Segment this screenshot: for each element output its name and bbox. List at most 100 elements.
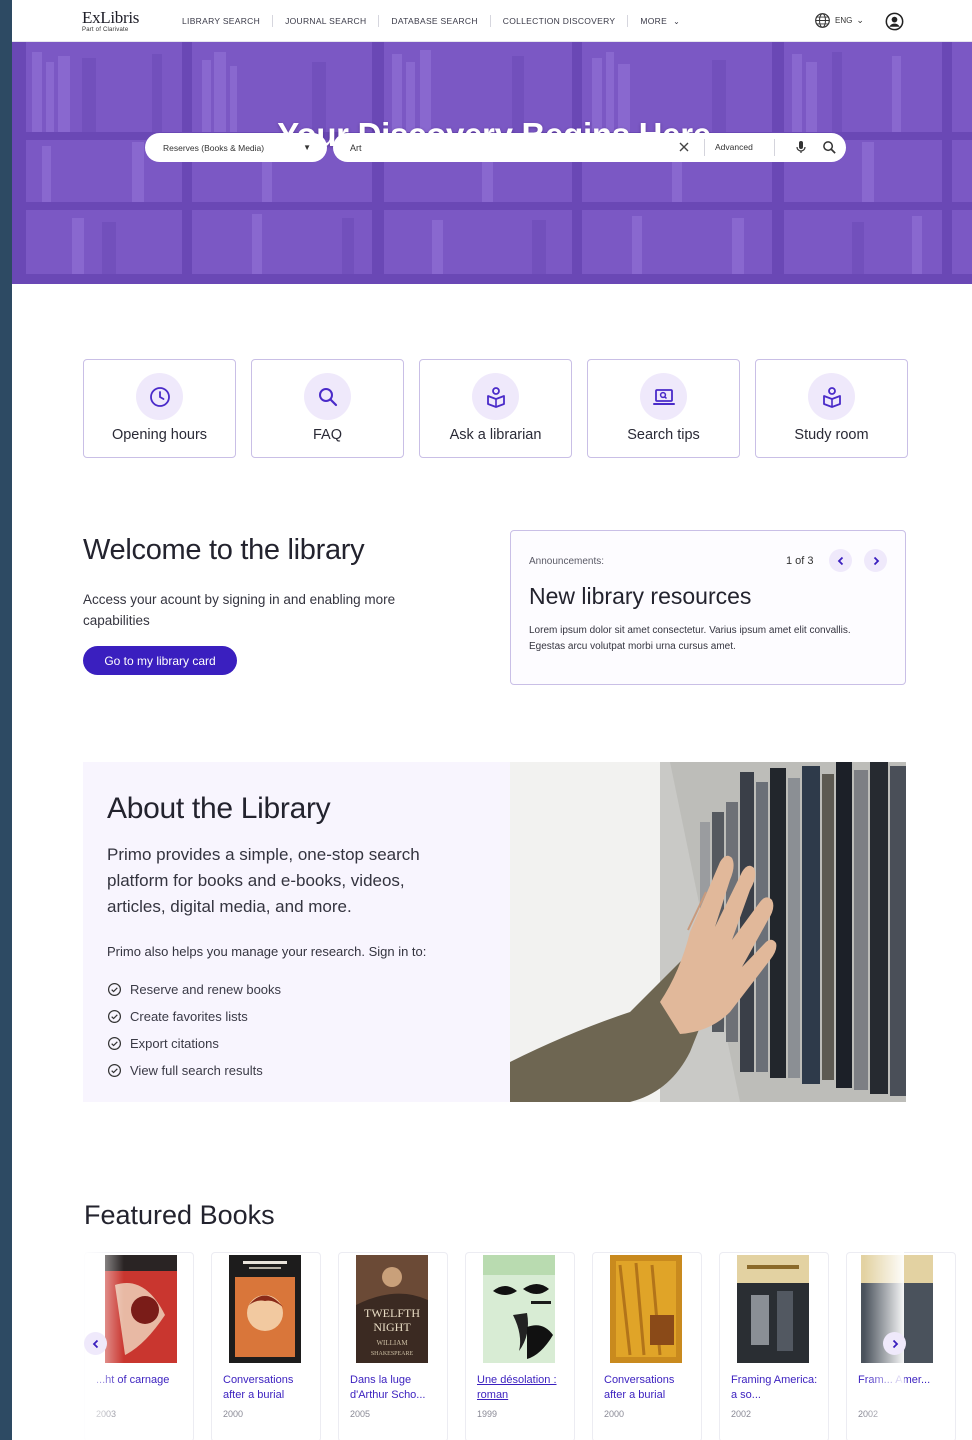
carousel-prev-button[interactable] <box>84 1332 107 1355</box>
chevron-left-icon <box>92 1339 98 1348</box>
search-icon[interactable] <box>822 140 837 155</box>
nav-journal-search[interactable]: JOURNAL SEARCH <box>273 15 380 27</box>
library-card-button[interactable]: Go to my library card <box>83 646 237 675</box>
featured-books-carousel: ...ht of carnage 2003 Conversations afte… <box>12 1252 972 1440</box>
top-bar: ExLibris Part of Clarivate LIBRARY SEARC… <box>12 0 972 42</box>
announcement-kicker: Announcements: <box>529 556 605 567</box>
logo-main: ExLibris <box>82 8 140 27</box>
tile-icon-circle <box>472 373 519 420</box>
tile-opening-hours[interactable]: Opening hours <box>83 359 236 458</box>
page: ExLibris Part of Clarivate LIBRARY SEARC… <box>12 0 972 1440</box>
list-item-label: Create favorites lists <box>130 1009 248 1024</box>
announcement-prev-button[interactable] <box>829 549 852 572</box>
book-card[interactable]: Framing America: a so... 2002 <box>719 1252 829 1440</box>
check-circle-icon <box>107 1036 122 1051</box>
chevron-down-icon: ⌄ <box>673 16 681 26</box>
check-circle-icon <box>107 982 122 997</box>
book-cover <box>737 1255 809 1363</box>
carousel-next-button[interactable] <box>883 1332 906 1355</box>
svg-text:SHAKESPEARE: SHAKESPEARE <box>371 1351 414 1357</box>
study-room-icon <box>822 386 841 408</box>
nav-more-label: MORE <box>640 15 668 26</box>
book-cover <box>229 1255 301 1363</box>
tile-label: Ask a librarian <box>449 427 542 443</box>
list-item: Export citations <box>107 1030 281 1057</box>
welcome-text: Access your acount by signing in and ena… <box>83 592 396 628</box>
tile-icon-circle <box>640 373 687 420</box>
tile-label: Opening hours <box>111 427 208 443</box>
bookshelf-background <box>12 42 972 284</box>
book-cover <box>105 1255 177 1363</box>
book-card[interactable]: Conversations after a burial 2000 <box>592 1252 702 1440</box>
language-label: ENG <box>835 16 853 25</box>
list-item-label: Reserve and renew books <box>130 982 282 997</box>
search-icon <box>318 387 337 406</box>
book-title[interactable]: Une désolation : roman <box>477 1373 571 1403</box>
welcome-title: Welcome to the library <box>83 534 365 566</box>
nav-collection-discovery[interactable]: COLLECTION DISCOVERY <box>491 15 629 27</box>
book-title[interactable]: Fram... Amer... <box>858 1373 952 1388</box>
chevron-down-icon: ⌄ <box>856 15 864 25</box>
book-year: 2003 <box>96 1409 117 1419</box>
divider <box>704 139 705 156</box>
about-lead: Primo provides a simple, one-stop search… <box>107 845 420 916</box>
logo-sub: Part of Clarivate <box>82 27 129 33</box>
close-icon[interactable] <box>677 140 691 154</box>
tile-faq[interactable]: FAQ <box>251 359 404 458</box>
nav-library-search[interactable]: LIBRARY SEARCH <box>170 15 274 27</box>
tile-icon-circle <box>808 373 855 420</box>
book-title[interactable]: Conversations after a burial <box>223 1373 317 1403</box>
about-sub: Primo also helps you manage your researc… <box>107 944 427 959</box>
search-input[interactable] <box>350 139 650 156</box>
book-title[interactable]: ...ht of carnage <box>96 1373 190 1388</box>
svg-text:WILLIAM: WILLIAM <box>376 1339 408 1347</box>
check-circle-icon <box>107 1009 122 1024</box>
book-card[interactable]: Une désolation : roman 1999 <box>465 1252 575 1440</box>
announcement-title: New library resources <box>529 583 752 609</box>
tile-label: FAQ <box>312 427 342 443</box>
svg-text:NIGHT: NIGHT <box>373 1320 411 1334</box>
tile-search-tips[interactable]: Search tips <box>587 359 740 458</box>
book-card[interactable]: Conversations after a burial 2000 <box>211 1252 321 1440</box>
language-selector[interactable]: ENG ⌄ <box>814 12 864 29</box>
tile-ask-librarian[interactable]: Ask a librarian <box>419 359 572 458</box>
book-year: 2000 <box>223 1409 244 1419</box>
microphone-icon[interactable] <box>795 140 807 154</box>
chevron-right-icon <box>873 556 879 565</box>
library-shelf-photo <box>510 762 906 1102</box>
book-title[interactable]: Dans la luge d'Arthur Scho... <box>350 1373 444 1403</box>
tile-label: Study room <box>794 427 869 443</box>
nav-more[interactable]: MORE ⌄ <box>628 15 692 28</box>
nav-database-search[interactable]: DATABASE SEARCH <box>379 15 491 27</box>
caret-down-icon: ▼ <box>303 143 311 152</box>
exlibris-logo[interactable]: ExLibris Part of Clarivate <box>82 9 139 34</box>
tile-icon-circle <box>304 373 351 420</box>
user-account-icon[interactable] <box>885 12 904 31</box>
book-card[interactable]: TWELFTH NIGHT WILLIAM SHAKESPEARE Dans la l… <box>338 1252 448 1440</box>
list-item-label: View full search results <box>130 1063 263 1078</box>
clock-icon <box>149 386 170 407</box>
check-circle-icon <box>107 1063 122 1078</box>
search-scope-value: Reserves (Books & Media) <box>163 142 265 153</box>
about-feature-list: Reserve and renew books Create favorites… <box>107 976 281 1084</box>
globe-icon <box>815 13 830 28</box>
search-bar: Advanced <box>333 133 846 162</box>
book-title[interactable]: Framing America: a so... <box>731 1373 825 1403</box>
book-year: 2000 <box>604 1409 625 1419</box>
book-year: 2002 <box>858 1409 879 1419</box>
announcement-next-button[interactable] <box>864 549 887 572</box>
hero-banner: Your Discovery Begins Here <box>12 42 972 284</box>
laptop-search-icon <box>652 388 675 405</box>
book-year: 1999 <box>477 1409 498 1419</box>
tile-study-room[interactable]: Study room <box>755 359 908 458</box>
about-section: About the Library Primo provides a simpl… <box>83 762 906 1102</box>
book-title[interactable]: Conversations after a burial <box>604 1373 698 1403</box>
tile-icon-circle <box>136 373 183 420</box>
announcement-card: Announcements: 1 of 3 New library resour… <box>510 530 906 685</box>
featured-books-title: Featured Books <box>84 1200 275 1230</box>
advanced-search-link[interactable]: Advanced <box>715 142 753 152</box>
svg-text:TWELFTH: TWELFTH <box>364 1306 420 1320</box>
search-scope-dropdown[interactable]: Reserves (Books & Media) ▼ <box>145 133 327 162</box>
book-year: 2002 <box>731 1409 752 1419</box>
divider <box>774 139 775 156</box>
